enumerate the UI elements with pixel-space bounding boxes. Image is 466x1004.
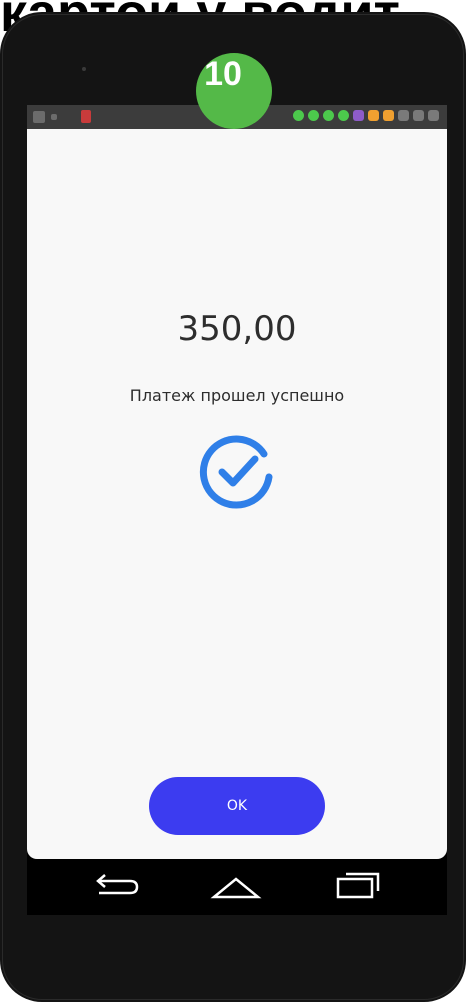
green-app-icon — [338, 110, 349, 121]
bluetooth-icon — [428, 110, 439, 121]
sensor-dot — [82, 67, 86, 71]
recents-icon[interactable] — [328, 867, 388, 907]
status-bar-left — [33, 110, 91, 123]
headphones-icon — [398, 110, 409, 121]
signal-icon — [51, 113, 57, 120]
app-notification-icon — [81, 110, 91, 123]
phone-frame: 350,00 Платеж прошел успешно OK — [0, 12, 466, 1002]
android-nav-bar — [27, 859, 447, 915]
ok-button[interactable]: OK — [149, 777, 325, 835]
green-app-icon — [308, 110, 319, 121]
alarm-icon — [413, 110, 424, 121]
step-number: 10 — [204, 55, 242, 93]
presentation-slide: картой у водит 350,00 Платеж прошел успе… — [0, 0, 466, 1004]
payment-result-screen: 350,00 Платеж прошел успешно OK — [27, 129, 447, 859]
back-arrow-icon[interactable] — [85, 867, 145, 907]
step-number-badge: 10 — [196, 53, 272, 129]
viber-icon — [353, 110, 364, 121]
orange-app-icon — [383, 110, 394, 121]
orange-app-icon — [368, 110, 379, 121]
payment-amount: 350,00 — [177, 309, 297, 349]
home-icon[interactable] — [206, 867, 266, 907]
payment-status-text: Платеж прошел успешно — [129, 386, 345, 405]
phone-screen: 350,00 Платеж прошел успешно OK — [27, 105, 447, 915]
green-app-icon — [323, 110, 334, 121]
green-app-icon — [293, 110, 304, 121]
wifi-icon — [33, 110, 45, 123]
check-circle-icon — [199, 435, 273, 509]
status-bar-right — [293, 110, 439, 121]
